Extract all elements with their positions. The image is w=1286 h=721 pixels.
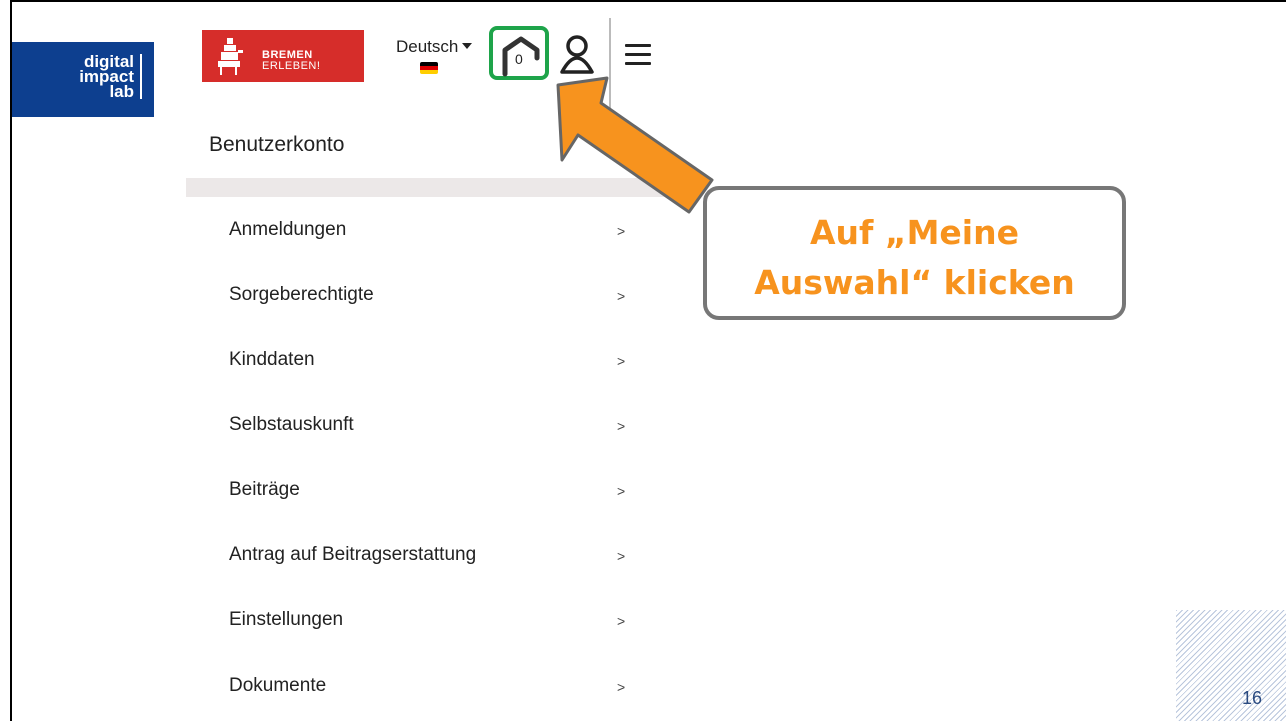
menu-item-label: Selbstauskunft [229, 414, 354, 435]
menu-item-anmeldungen[interactable]: Anmeldungen > [229, 219, 629, 259]
menu-item-einstellungen[interactable]: Einstellungen > [229, 609, 629, 649]
menu-item-label: Antrag auf Beitragserstattung [229, 544, 477, 565]
brand-text: BREMEN ERLEBEN! [262, 50, 320, 72]
header-divider [609, 18, 611, 118]
callout-text: Auf „Meine Auswahl“ klicken [707, 208, 1122, 308]
chevron-right-icon: > [617, 548, 626, 564]
page-title: Benutzerkonto [209, 133, 345, 156]
menu-item-selbstauskunft[interactable]: Selbstauskunft > [229, 414, 629, 454]
chevron-right-icon: > [617, 679, 626, 695]
chevron-right-icon: > [617, 353, 626, 369]
logo-text: digital impact lab [79, 53, 142, 101]
digital-impact-lab-logo: digital impact lab [12, 42, 154, 117]
menu-item-label: Einstellungen [229, 609, 344, 630]
chevron-right-icon: > [617, 483, 626, 499]
hamburger-menu-icon[interactable] [625, 44, 651, 71]
chevron-right-icon: > [617, 223, 626, 239]
slide-frame [10, 0, 1286, 721]
menu-item-sorgeberechtigte[interactable]: Sorgeberechtigte > [229, 284, 629, 324]
caret-down-icon [462, 42, 473, 49]
callout-line-2: Auswahl“ klicken [754, 263, 1075, 302]
menu-item-beitragserstattung[interactable]: Antrag auf Beitragserstattung > [229, 544, 629, 584]
menu-item-label: Beiträge [229, 479, 300, 500]
my-selection-button[interactable]: 0 [489, 26, 549, 80]
menu-item-dokumente[interactable]: Dokumente > [229, 675, 629, 715]
corner-hatch-decoration [1176, 610, 1286, 721]
brand-line-2: ERLEBEN! [262, 60, 321, 72]
logo-line-3: lab [109, 82, 134, 101]
menu-item-label: Kinddaten [229, 349, 315, 370]
chevron-right-icon: > [617, 288, 626, 304]
callout-line-1: Auf „Meine [810, 213, 1019, 252]
chevron-right-icon: > [617, 418, 626, 434]
user-icon[interactable] [559, 34, 595, 74]
menu-item-label: Anmeldungen [229, 219, 347, 240]
instruction-callout: Auf „Meine Auswahl“ klicken [703, 186, 1126, 320]
page-number: 16 [1242, 688, 1263, 708]
bremen-erleben-logo[interactable]: BREMEN ERLEBEN! [202, 30, 364, 82]
menu-item-label: Sorgeberechtigte [229, 284, 374, 305]
town-musicians-icon [218, 38, 243, 75]
menu-item-beitraege[interactable]: Beiträge > [229, 479, 629, 519]
german-flag-icon [420, 62, 438, 74]
selection-count: 0 [515, 51, 523, 67]
chevron-right-icon: > [617, 613, 626, 629]
menu-item-label: Dokumente [229, 675, 327, 696]
menu-item-kinddaten[interactable]: Kinddaten > [229, 349, 629, 389]
language-selector[interactable]: Deutsch [396, 37, 473, 57]
section-separator [186, 178, 669, 197]
language-label: Deutsch [396, 37, 459, 56]
